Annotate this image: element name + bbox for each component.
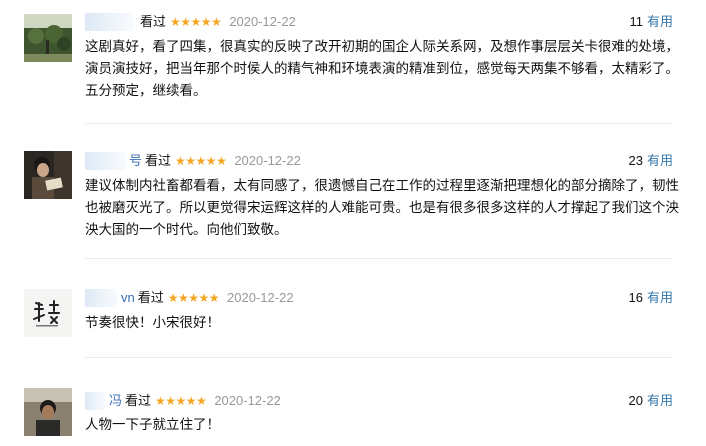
divider bbox=[85, 123, 673, 124]
vote-area: 20 有用 bbox=[629, 391, 673, 411]
vote-count: 11 bbox=[629, 14, 643, 29]
vote-area: 11 有用 bbox=[629, 12, 673, 32]
watch-status: 看过 bbox=[137, 290, 164, 305]
boy-photo-avatar[interactable] bbox=[24, 388, 72, 436]
vote-area: 23 有用 bbox=[629, 151, 673, 171]
vote-count: 16 bbox=[628, 290, 643, 305]
useful-button[interactable]: 有用 bbox=[647, 153, 673, 168]
review-text: 人物一下子就立住了！ bbox=[85, 417, 220, 432]
vote-area: 16 有用 bbox=[629, 288, 673, 308]
review-text: 节奏很快！小宋很好！ bbox=[85, 315, 220, 330]
rating-stars: ★★★★★ bbox=[155, 394, 207, 408]
username-masked[interactable] bbox=[85, 13, 133, 31]
divider bbox=[85, 258, 673, 259]
username-masked[interactable] bbox=[85, 289, 117, 307]
garden-photo-avatar[interactable] bbox=[24, 14, 72, 62]
watch-status: 看过 bbox=[145, 153, 172, 168]
review-meta: 看过 ★★★★★ 2020-12-22 bbox=[85, 12, 296, 32]
review-text: 这剧真好，看了四集，很真实的反映了改开初期的国企人际关系网，及想作事层层关卡很难… bbox=[85, 39, 679, 98]
person-reading-avatar[interactable] bbox=[24, 151, 72, 199]
vote-count: 20 bbox=[628, 393, 643, 408]
rating-stars: ★★★★★ bbox=[175, 154, 227, 168]
useful-button[interactable]: 有用 bbox=[647, 14, 673, 29]
review-meta: vn 看过 ★★★★★ 2020-12-22 bbox=[85, 288, 294, 308]
username-masked[interactable] bbox=[85, 152, 125, 170]
username-fragment[interactable]: vn bbox=[121, 288, 135, 308]
rating-stars: ★★★★★ bbox=[170, 15, 222, 29]
useful-button[interactable]: 有用 bbox=[647, 290, 673, 305]
username-masked[interactable] bbox=[85, 392, 105, 410]
review-date: 2020-12-22 bbox=[234, 153, 301, 168]
review-date: 2020-12-22 bbox=[214, 393, 281, 408]
divider bbox=[85, 357, 673, 358]
useful-button[interactable]: 有用 bbox=[647, 393, 673, 408]
username-fragment[interactable]: 号 bbox=[129, 151, 142, 171]
username-fragment[interactable]: 冯 bbox=[109, 391, 122, 411]
review-meta: 冯 看过 ★★★★★ 2020-12-22 bbox=[85, 391, 281, 411]
rating-stars: ★★★★★ bbox=[167, 291, 220, 305]
watch-status: 看过 bbox=[140, 14, 167, 29]
review-meta: 号 看过 ★★★★★ 2020-12-22 bbox=[85, 151, 301, 171]
watch-status: 看过 bbox=[125, 393, 152, 408]
vote-count: 23 bbox=[628, 153, 643, 168]
calligraphy-avatar[interactable] bbox=[24, 289, 72, 337]
review-date: 2020-12-22 bbox=[229, 14, 296, 29]
review-text: 建议体制内社畜都看看，太有同感了，很遗憾自己在工作的过程里逐渐把理想化的部分摘除… bbox=[85, 178, 679, 237]
review-date: 2020-12-22 bbox=[227, 290, 294, 305]
